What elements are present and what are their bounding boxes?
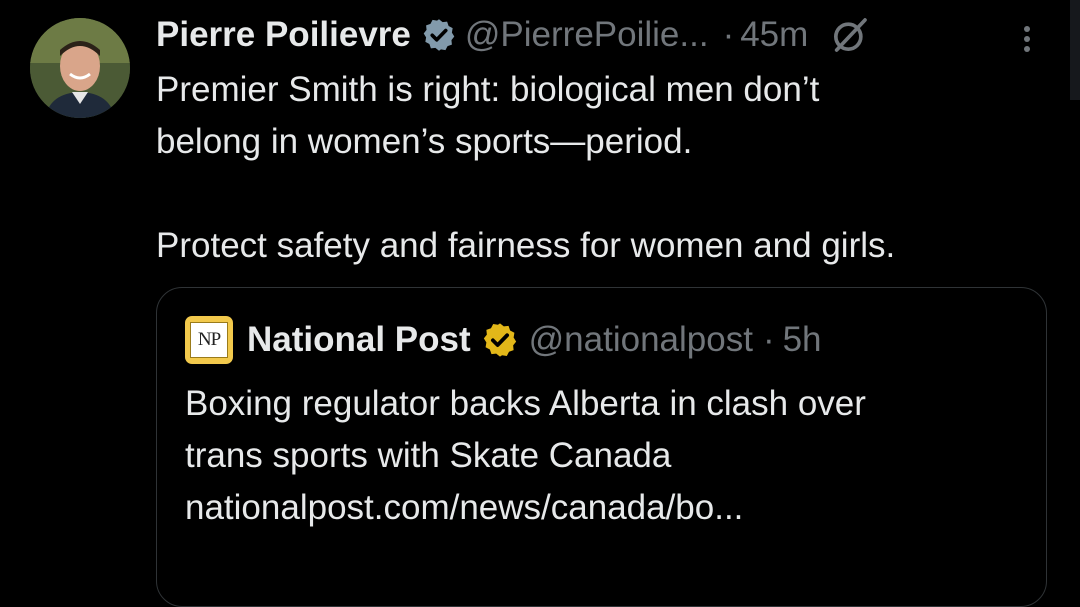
quoted-link[interactable]: nationalpost.com/news/canada/bo...: [185, 482, 1025, 534]
gold-verified-badge-icon[interactable]: [481, 321, 519, 359]
more-options-icon[interactable]: [1017, 22, 1037, 62]
logo-text: NP: [190, 322, 228, 358]
quoted-text-line: Boxing regulator backs Alberta in clash …: [185, 384, 866, 423]
quoted-tweet-time[interactable]: 5h: [783, 316, 822, 364]
tweet-text: Premier Smith is right: biological men d…: [156, 64, 1056, 272]
quoted-author-handle[interactable]: @nationalpost: [529, 316, 753, 364]
side-rail: [1070, 0, 1080, 100]
tweet-text-line: Premier Smith is right: biological men d…: [156, 70, 820, 109]
author-avatar[interactable]: [30, 18, 130, 118]
quoted-author-name[interactable]: National Post: [247, 316, 471, 364]
separator-dot: ·: [762, 320, 775, 359]
verified-badge-icon[interactable]: [421, 17, 457, 53]
tweet-time[interactable]: 45m: [740, 12, 808, 58]
tweet-header: Pierre Poilievre @PierrePoilie... · 45m: [156, 12, 870, 58]
quoted-tweet-text: Boxing regulator backs Alberta in clash …: [185, 378, 1025, 534]
author-handle[interactable]: @PierrePoilie...: [465, 12, 709, 58]
grok-icon[interactable]: [830, 15, 870, 55]
tweet-text-line: Protect safety and fairness for women an…: [156, 226, 896, 265]
separator-dot: ·: [722, 15, 735, 54]
avatar-photo: [30, 18, 130, 118]
author-name[interactable]: Pierre Poilievre: [156, 12, 411, 58]
quoted-tweet[interactable]: NP National Post @nationalpost · 5h Boxi…: [156, 287, 1047, 607]
tweet-text-line: belong in women’s sports—period.: [156, 122, 693, 161]
quoted-text-line: trans sports with Skate Canada: [185, 436, 672, 475]
national-post-logo[interactable]: NP: [185, 316, 233, 364]
quoted-tweet-header: NP National Post @nationalpost · 5h: [185, 316, 822, 364]
